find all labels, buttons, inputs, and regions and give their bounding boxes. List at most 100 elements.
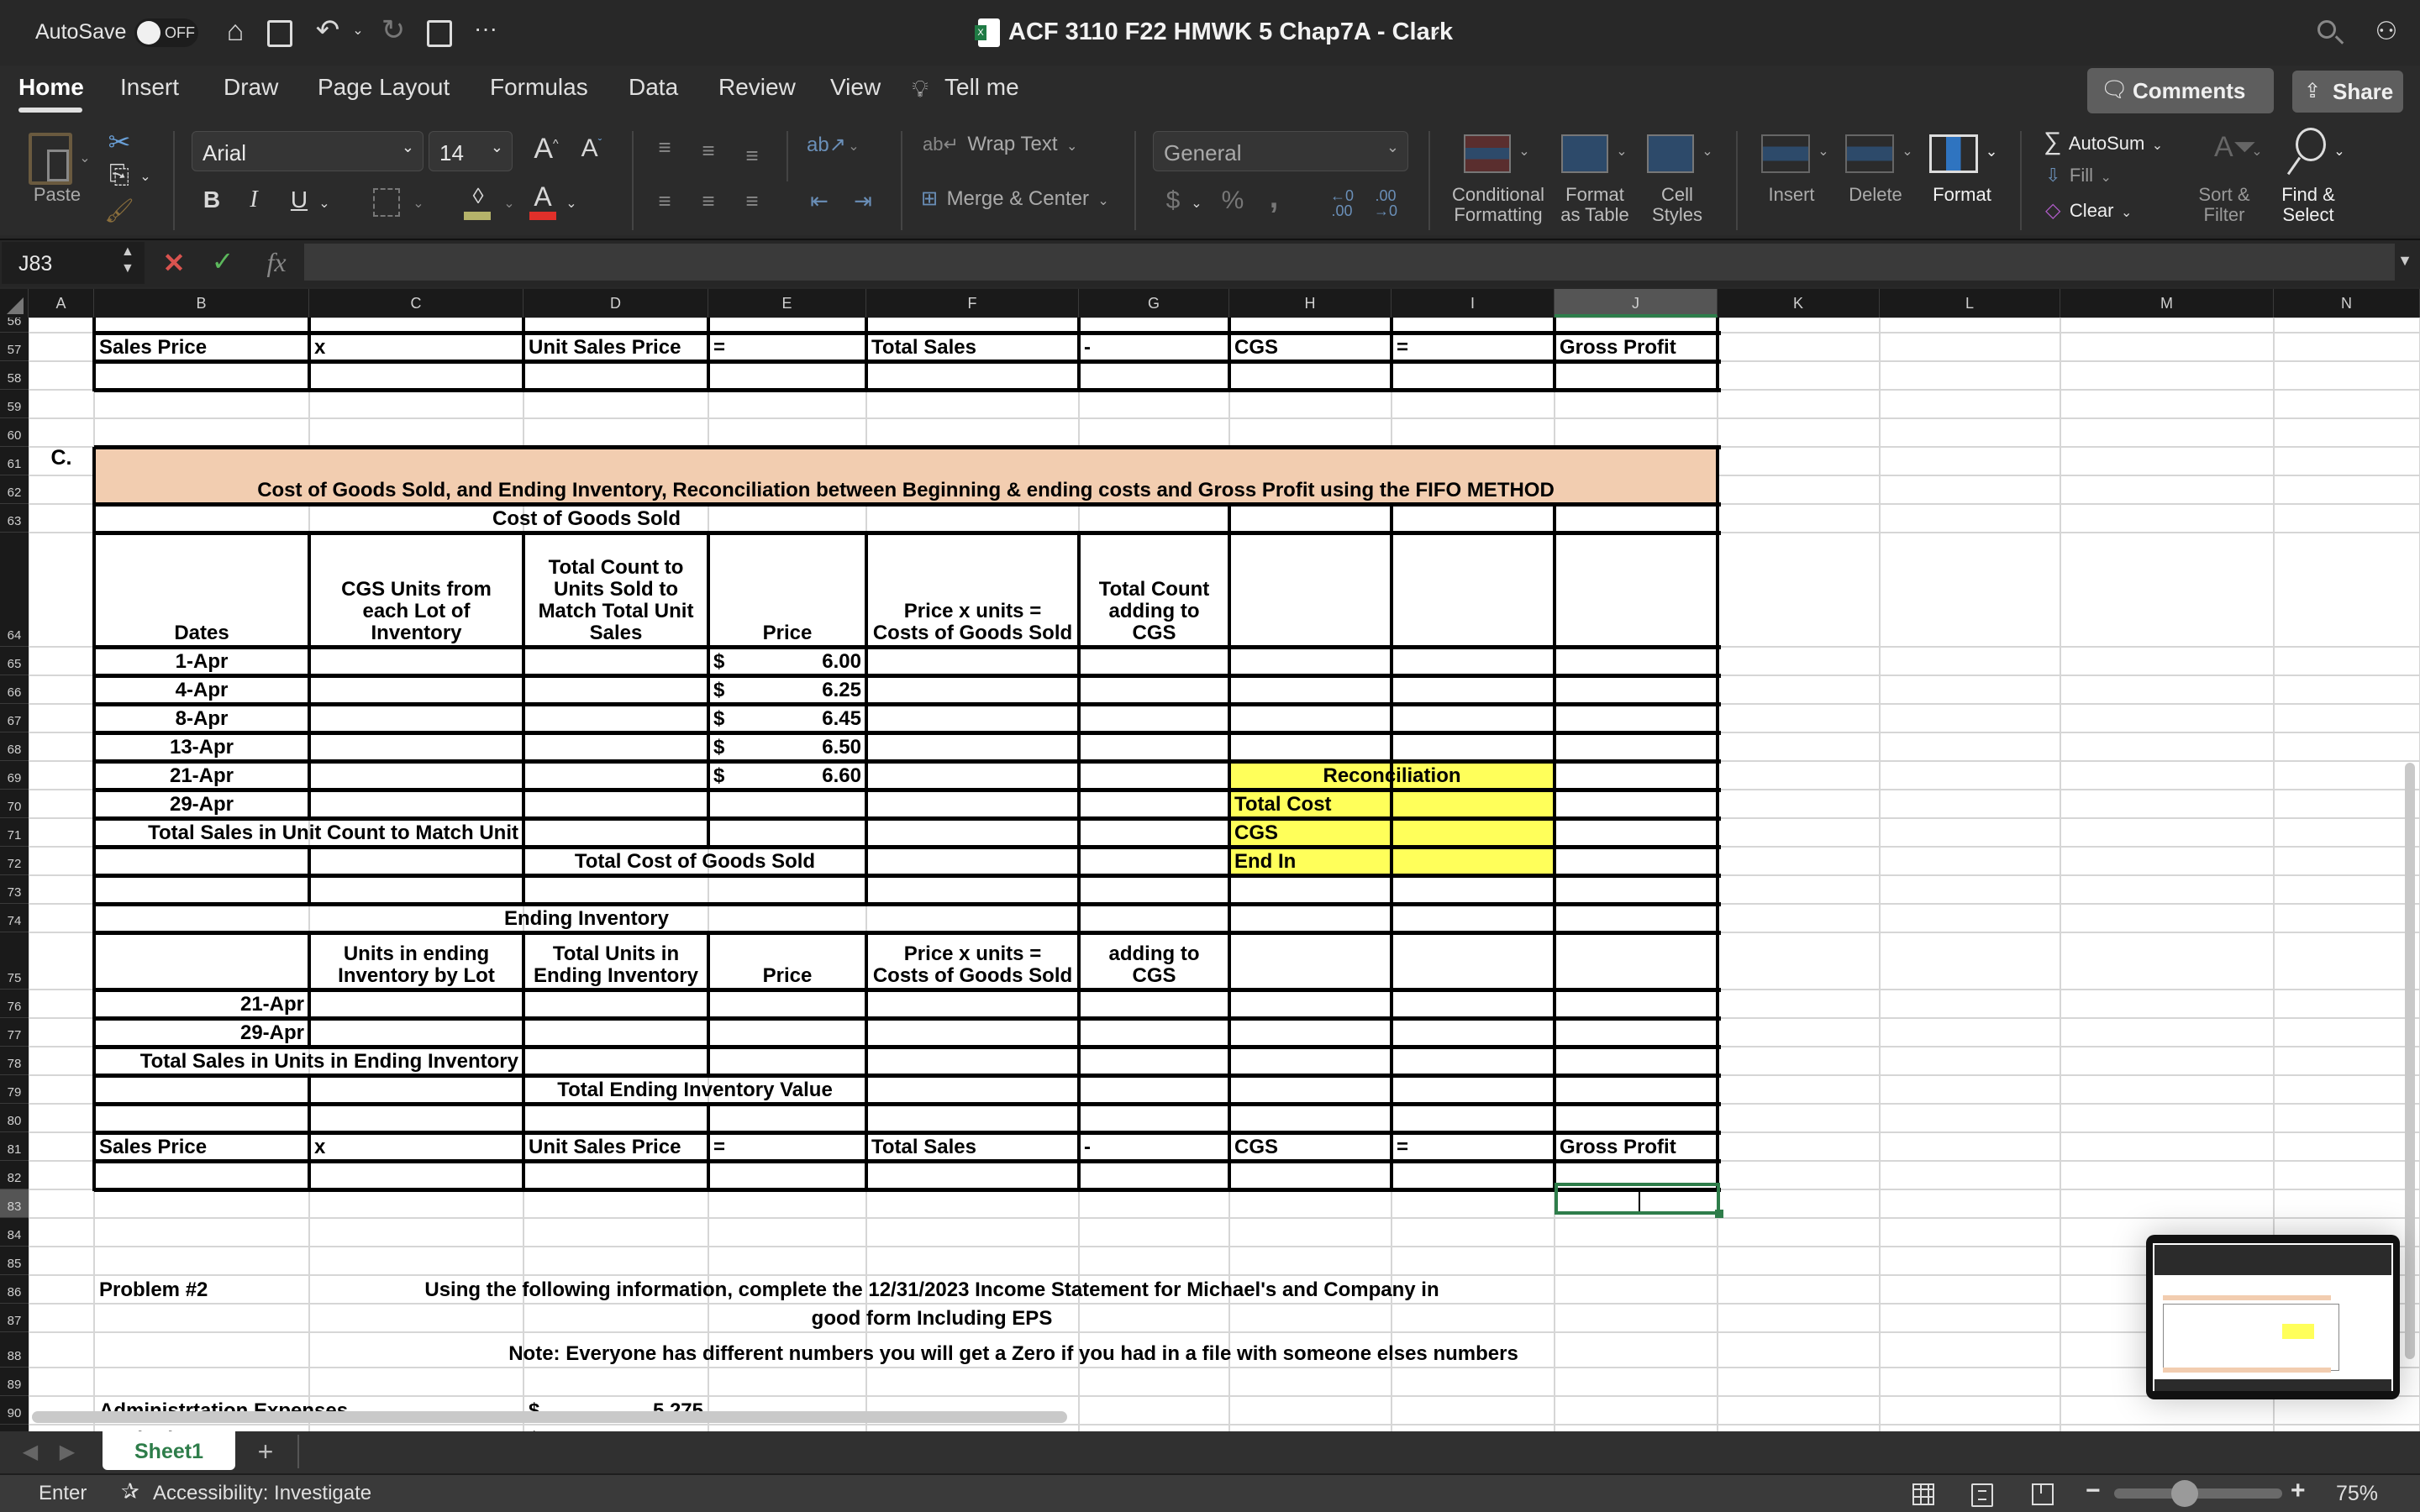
chevron-down-icon[interactable]: ⌄: [1615, 143, 1628, 160]
tab-view[interactable]: View: [830, 74, 881, 101]
conditional-formatting-label[interactable]: Conditional Formatting: [1445, 185, 1551, 225]
more-icon[interactable]: ···: [471, 15, 501, 42]
row-header-72[interactable]: 72: [0, 847, 29, 875]
cell-d57[interactable]: Unit Sales Price: [529, 333, 703, 361]
row-header-90[interactable]: 90: [0, 1396, 29, 1425]
cell-j57[interactable]: Gross Profit: [1560, 333, 1712, 361]
row-header-76[interactable]: 76: [0, 990, 29, 1018]
cell-f57[interactable]: Total Sales: [871, 333, 1074, 361]
label-total-sales-unit-count[interactable]: Total Sales in Unit Count to Match Unit: [99, 818, 518, 847]
cell-c81[interactable]: x: [314, 1132, 518, 1161]
header-cgs-units[interactable]: CGS Units from each Lot of Inventory: [314, 533, 518, 647]
borders-icon[interactable]: [373, 188, 400, 217]
ending-inventory-title[interactable]: Ending Inventory: [99, 904, 1074, 932]
header-total-units-ending[interactable]: Total Units in Ending Inventory: [529, 932, 703, 990]
align-center-icon[interactable]: ≡: [696, 188, 721, 214]
chevron-down-icon[interactable]: ⌄: [1518, 143, 1531, 160]
italic-button[interactable]: I: [245, 186, 262, 213]
align-bottom-icon[interactable]: ≡: [739, 143, 765, 169]
clear-button[interactable]: ◇ Clear ⌄: [2045, 198, 2132, 223]
chevron-down-icon[interactable]: ⌄: [1701, 143, 1714, 160]
copy-icon[interactable]: ⎘: [103, 161, 136, 190]
header-price-x-units[interactable]: Price x units = Costs of Goods Sold: [871, 533, 1074, 647]
tab-data[interactable]: Data: [629, 74, 678, 101]
row-header-65[interactable]: 65: [0, 647, 29, 675]
sort-filter-label[interactable]: Sort & Filter: [2190, 185, 2259, 225]
comments-button[interactable]: 🗨︎ Comments: [2087, 68, 2274, 113]
delete-cells-label[interactable]: Delete: [1842, 185, 1909, 205]
zoom-slider[interactable]: [2114, 1480, 2282, 1507]
previous-sheet-icon[interactable]: ◀: [22, 1440, 39, 1464]
row-header-89[interactable]: 89: [0, 1368, 29, 1396]
label-total-ending-value[interactable]: Total Ending Inventory Value: [529, 1075, 861, 1104]
share-button[interactable]: ⇪ Share: [2292, 71, 2403, 113]
problem-2-text-line2[interactable]: good form Including EPS: [314, 1304, 1549, 1332]
sheet-tab-sheet1[interactable]: Sheet1: [103, 1431, 235, 1470]
cgs-price-value[interactable]: 6.60: [713, 761, 861, 790]
row-header-64[interactable]: 64: [0, 533, 29, 647]
cell-j81[interactable]: Gross Profit: [1560, 1132, 1712, 1161]
format-cells-label[interactable]: Format: [1924, 185, 2000, 205]
header-total-count-cgs[interactable]: Total Count adding to CGS: [1084, 533, 1224, 647]
cell-b81[interactable]: Sales Price: [99, 1132, 304, 1161]
header-dates[interactable]: Dates: [99, 533, 304, 647]
undo-dropdown-icon[interactable]: ⌄: [350, 22, 366, 39]
fill-handle[interactable]: [1715, 1210, 1723, 1218]
header-total-count[interactable]: Total Count to Units Sold to Match Total U…: [529, 533, 703, 647]
ending-date-29-apr[interactable]: 29-Apr: [99, 1018, 304, 1047]
column-header-n[interactable]: N: [2274, 289, 2420, 318]
autosave-toggle[interactable]: OFF: [134, 18, 198, 47]
row-header-83[interactable]: 83: [0, 1189, 29, 1218]
cgs-section-title[interactable]: Cost of Goods Sold: [99, 504, 1074, 533]
ending-date-21-apr[interactable]: 21-Apr: [99, 990, 304, 1018]
item-value[interactable]: 1,650: [529, 1425, 703, 1432]
column-header-d[interactable]: D: [523, 289, 708, 318]
share-people-icon[interactable]: ⚇: [2370, 17, 2403, 46]
align-right-icon[interactable]: ≡: [739, 188, 765, 214]
row-header-59[interactable]: 59: [0, 390, 29, 418]
page-layout-view-icon[interactable]: [1971, 1483, 1993, 1507]
row-header-75[interactable]: 75: [0, 932, 29, 990]
header-units-ending[interactable]: Units in ending Inventory by Lot: [314, 932, 518, 990]
section-label-c[interactable]: C.: [34, 447, 89, 475]
row-header-91[interactable]: 91: [0, 1425, 29, 1431]
find-select-icon[interactable]: [2286, 128, 2328, 176]
header-price[interactable]: Price: [713, 533, 861, 647]
row-header-58[interactable]: 58: [0, 361, 29, 390]
row-header-62[interactable]: 62: [0, 475, 29, 504]
decrease-decimal-icon[interactable]: .00 →0: [1371, 188, 1400, 218]
row-header-85[interactable]: 85: [0, 1247, 29, 1275]
increase-font-size-icon[interactable]: A^: [529, 133, 563, 165]
cgs-date-8-apr[interactable]: 8-Apr: [99, 704, 304, 732]
column-header-m[interactable]: M: [2060, 289, 2274, 318]
cgs-date-29-apr[interactable]: 29-Apr: [99, 790, 304, 818]
cell-b57[interactable]: Sales Price: [99, 333, 304, 361]
comma-button[interactable]: ,: [1265, 180, 1282, 216]
row-header-56[interactable]: 56: [0, 318, 29, 333]
column-header-e[interactable]: E: [708, 289, 866, 318]
fill-button[interactable]: ⇩ Fill ⌄: [2045, 165, 2112, 186]
cgs-date-4-apr[interactable]: 4-Apr: [99, 675, 304, 704]
column-header-k[interactable]: K: [1718, 289, 1880, 318]
cgs-date-1-apr[interactable]: 1-Apr: [99, 647, 304, 675]
cgs-date-21-apr[interactable]: 21-Apr: [99, 761, 304, 790]
chevron-down-icon[interactable]: ⌄: [2333, 143, 2346, 160]
orientation-icon[interactable]: ab↗: [807, 133, 846, 157]
cell-g81[interactable]: -: [1084, 1132, 1224, 1161]
currency-button[interactable]: $: [1163, 186, 1183, 215]
item-label[interactable]: Beginning Inventory: [99, 1425, 518, 1432]
conditional-formatting-icon[interactable]: [1464, 134, 1511, 173]
cell-styles-label[interactable]: Cell Styles: [1647, 185, 1707, 225]
column-header-f[interactable]: F: [866, 289, 1079, 318]
cgs-price-value[interactable]: 6.50: [713, 732, 861, 761]
problem-2-text-line1[interactable]: Using the following information, complet…: [314, 1275, 1549, 1304]
cell-f81[interactable]: Total Sales: [871, 1132, 1074, 1161]
zoom-slider-handle[interactable]: [2171, 1480, 2198, 1507]
chevron-down-icon[interactable]: ⌄: [2250, 143, 2264, 160]
row-header-82[interactable]: 82: [0, 1161, 29, 1189]
column-header-l[interactable]: L: [1880, 289, 2060, 318]
bold-button[interactable]: B: [202, 186, 222, 213]
column-header-j[interactable]: J: [1555, 289, 1718, 318]
cell-h57[interactable]: CGS: [1234, 333, 1386, 361]
tab-page-layout[interactable]: Page Layout: [318, 74, 450, 101]
